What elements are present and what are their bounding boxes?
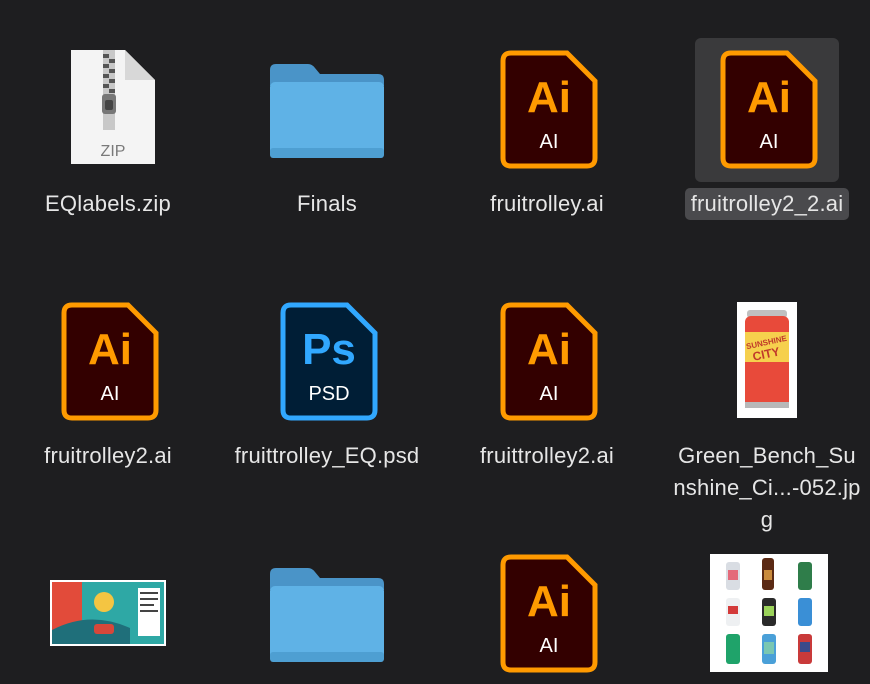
svg-text:Ai: Ai — [747, 73, 791, 122]
svg-text:AI: AI — [540, 635, 559, 657]
file-name[interactable]: Green_Bench_Sunshine_Ci...-052.jpg — [667, 440, 867, 536]
file-name[interactable]: EQlabels.zip — [8, 188, 208, 220]
svg-text:PSD: PSD — [308, 383, 349, 405]
file-name[interactable]: fruitrolley.ai — [447, 188, 647, 220]
image-thumbnail — [50, 552, 166, 662]
zip-file-icon: ZIP — [58, 48, 158, 164]
illustrator-file-icon: Ai AI — [58, 300, 159, 421]
image-thumbnail — [710, 552, 828, 672]
illustrator-file-icon: Ai AI — [497, 300, 598, 421]
svg-text:AI: AI — [540, 131, 559, 153]
illustrator-file-icon: Ai AI — [497, 552, 598, 673]
svg-text:Ai: Ai — [527, 325, 571, 374]
file-name[interactable]: fruittrolley_EQ.psd — [227, 440, 427, 472]
illustrator-file-icon: Ai AI — [695, 38, 839, 182]
illustrator-file-icon: Ai AI — [497, 48, 598, 169]
cans-grid-thumbnail — [710, 554, 828, 672]
svg-text:Ai: Ai — [527, 577, 571, 626]
file-name[interactable]: Finals — [227, 188, 427, 220]
svg-text:AI: AI — [760, 131, 779, 153]
svg-text:Ps: Ps — [302, 325, 356, 374]
can-thumbnail: SUNSHINE CITY — [737, 302, 797, 418]
svg-text:AI: AI — [101, 383, 120, 405]
photoshop-file-icon: Ps PSD — [277, 300, 378, 421]
file-name[interactable]: fruitrolley2_2.ai — [667, 188, 867, 220]
svg-text:ZIP: ZIP — [101, 143, 126, 160]
image-thumbnail: SUNSHINE CITY — [717, 300, 817, 418]
file-name[interactable]: fruittrolley2.ai — [447, 440, 647, 472]
svg-text:Ai: Ai — [527, 73, 571, 122]
folder-icon — [270, 48, 384, 158]
file-grid: ZIP EQlabels.zip Finals Ai AI fruitrolle… — [0, 0, 870, 684]
svg-text:AI: AI — [540, 383, 559, 405]
svg-text:Ai: Ai — [88, 325, 132, 374]
file-name[interactable]: fruitrolley2.ai — [8, 440, 208, 472]
folder-icon — [270, 552, 384, 662]
label-thumbnail — [50, 580, 166, 646]
